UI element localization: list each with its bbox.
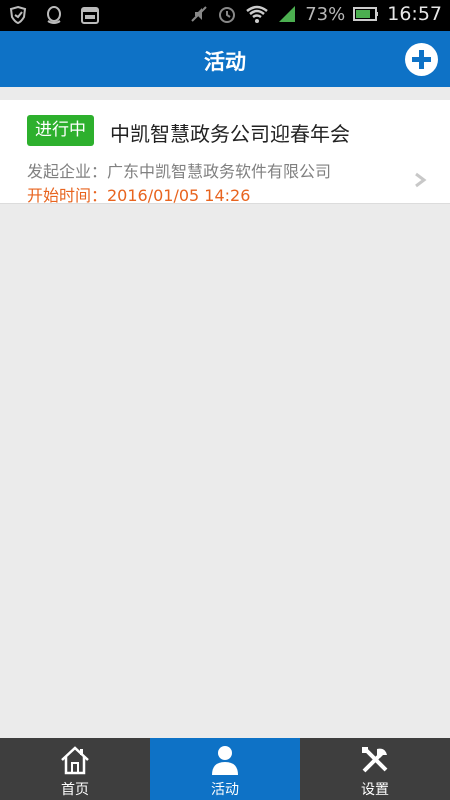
- status-badge: 进行中: [27, 115, 94, 146]
- tools-icon: [362, 747, 388, 773]
- wifi-icon: [246, 5, 268, 23]
- nav-label-activity: 活动: [211, 782, 239, 798]
- add-activity-button[interactable]: [405, 43, 438, 76]
- activity-title: 中凯智慧政务公司迎春年会: [110, 122, 350, 146]
- clock: 16:57: [387, 3, 442, 25]
- status-bar-notifications: [8, 5, 100, 25]
- nav-item-activity[interactable]: 活动: [150, 738, 300, 800]
- home-icon: [61, 746, 89, 775]
- app-header: 活动: [0, 31, 450, 87]
- battery-icon: [353, 7, 379, 21]
- qq-icon: [47, 6, 61, 24]
- nav-label-home: 首页: [61, 782, 89, 798]
- nav-label-settings: 设置: [361, 782, 389, 798]
- nav-item-home[interactable]: 首页: [0, 738, 150, 800]
- status-bar-system: 73% 16:57: [189, 3, 442, 25]
- page-title: 活动: [204, 50, 246, 74]
- signal-icon: [279, 6, 296, 22]
- activity-organizer: 发起企业：广东中凯智慧政务软件有限公司: [27, 162, 332, 181]
- shield-icon: [9, 5, 27, 25]
- activity-list-item[interactable]: 进行中 中凯智慧政务公司迎春年会 发起企业：广东中凯智慧政务软件有限公司 开始时…: [0, 100, 450, 205]
- activity-start-time: 开始时间：2016/01/05 14:26: [27, 186, 251, 205]
- mute-icon: [191, 6, 207, 22]
- calendar-365-icon: [81, 7, 99, 24]
- alarm-icon: [219, 7, 236, 23]
- status-bar: 73% 16:57: [0, 0, 450, 31]
- bottom-navigation: 首页 活动 设置: [0, 738, 450, 800]
- nav-item-settings[interactable]: 设置: [300, 738, 450, 800]
- person-icon: [212, 746, 238, 775]
- battery-percent: 73%: [305, 3, 346, 25]
- chevron-right-icon: [415, 172, 427, 188]
